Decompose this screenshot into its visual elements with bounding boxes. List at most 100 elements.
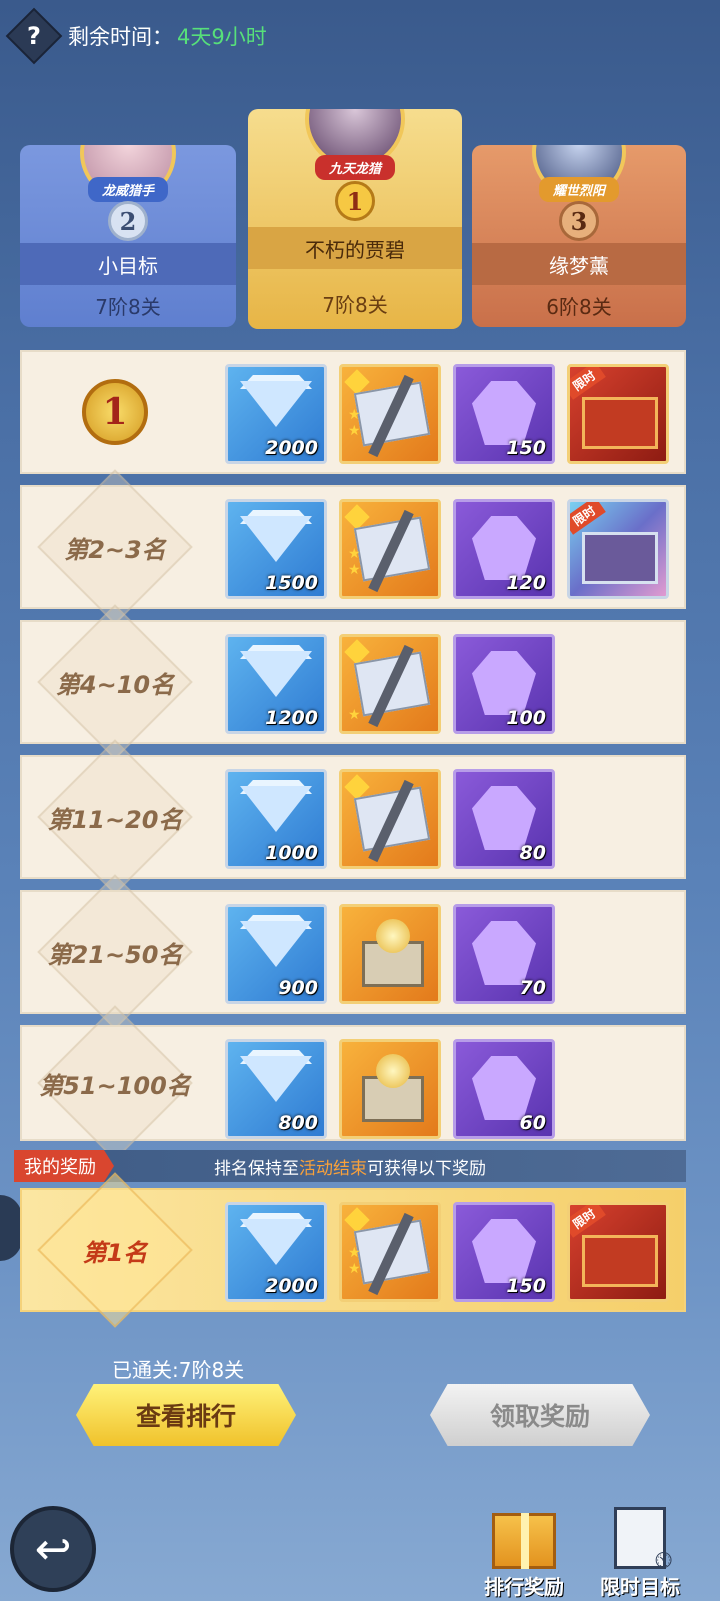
rank-medal: 3 xyxy=(559,201,599,241)
player-level: 7阶8关 xyxy=(95,295,161,319)
nav-label: 排行奖励 xyxy=(484,1575,564,1599)
podium-card-3[interactable]: 耀世烈阳 3 缘梦薰 6阶8关 xyxy=(472,145,686,327)
item-quantity: 800 xyxy=(278,1112,318,1134)
claim-reward-button[interactable]: 领取奖励 xyxy=(430,1384,650,1446)
purple-gem-icon xyxy=(472,921,536,985)
rank-label: 第2~3名 xyxy=(64,535,166,564)
my-rank-label: 第1名 xyxy=(82,1238,148,1267)
scroll-item[interactable] xyxy=(339,769,441,869)
reward-tier-1: 1 2000 ★ ★ 150 限时 xyxy=(20,350,686,474)
blue-frame-item[interactable]: 限时 xyxy=(567,499,669,599)
diamond-item[interactable]: 2000 xyxy=(225,364,327,464)
document-clock-icon xyxy=(614,1507,673,1574)
item-quantity: 900 xyxy=(278,977,318,999)
timer-value: 4天9小时 xyxy=(177,25,267,49)
reward-tier-3: 第4~10名 1200 ★ 100 xyxy=(20,604,686,760)
nav-ranking-reward[interactable]: 排行奖励 xyxy=(474,1500,574,1600)
purple-gem-item[interactable]: 60 xyxy=(453,1039,555,1139)
star-icon: ★ xyxy=(348,546,361,562)
my-reward-tag: 我的奖励 xyxy=(14,1150,114,1182)
avatar-frame-icon xyxy=(582,1235,658,1287)
item-quantity: 120 xyxy=(506,572,546,594)
podium-card-2[interactable]: 龙威猎手 2 小目标 7阶8关 xyxy=(20,145,236,327)
rank-area: 第51~100名 xyxy=(22,1005,208,1161)
reward-items: 1200 ★ 100 xyxy=(225,634,555,734)
note-highlight: 活动结束 xyxy=(299,1158,367,1179)
diamond-item[interactable]: 1200 xyxy=(225,634,327,734)
star-icon: ★ xyxy=(348,562,361,578)
diamond-icon xyxy=(240,516,312,562)
reward-tier-6: 第51~100名 800 60 xyxy=(20,1005,686,1161)
help-button[interactable]: ? xyxy=(5,7,63,65)
reward-items: 800 60 xyxy=(225,1039,555,1139)
diamond-icon xyxy=(240,1056,312,1102)
rank-area: 第1名 xyxy=(22,1172,208,1328)
my-reward-row: 第1名 2000 ★ ★ 150 限时 xyxy=(20,1172,686,1328)
purple-gem-item[interactable]: 150 xyxy=(453,1202,555,1302)
red-frame-item[interactable]: 限时 xyxy=(567,364,669,464)
purple-gem-item[interactable]: 80 xyxy=(453,769,555,869)
gift-icon xyxy=(492,1513,556,1569)
limited-tag: 限时 xyxy=(570,367,606,400)
player-level: 7阶8关 xyxy=(322,293,388,317)
reward-items: 2000 ★ ★ 150 限时 xyxy=(225,1202,669,1302)
rank-medal: 2 xyxy=(108,201,148,241)
back-button[interactable]: ↩ xyxy=(10,1506,96,1592)
help-icon: ? xyxy=(27,21,41,50)
clear-progress: 已通关:7阶8关 xyxy=(112,1358,245,1382)
diamond-icon xyxy=(240,1219,312,1265)
avatar-frame-icon xyxy=(582,532,658,584)
star-icon: ★ xyxy=(348,407,361,423)
chest-item[interactable] xyxy=(339,1039,441,1139)
rank-1-medal-icon: 1 xyxy=(82,379,148,445)
diamond-item[interactable]: 800 xyxy=(225,1039,327,1139)
purple-gem-icon xyxy=(472,381,536,445)
reward-items: 1500 ★ ★ 120 限时 xyxy=(225,499,669,599)
view-ranking-button[interactable]: 查看排行 xyxy=(76,1384,296,1446)
scroll-item[interactable]: ★ ★ xyxy=(339,364,441,464)
purple-gem-item[interactable]: 120 xyxy=(453,499,555,599)
item-quantity: 1200 xyxy=(265,707,318,729)
side-drawer-handle[interactable] xyxy=(0,1195,22,1261)
purple-gem-item[interactable]: 150 xyxy=(453,364,555,464)
back-icon: ↩ xyxy=(34,1523,72,1575)
scroll-item[interactable]: ★ ★ xyxy=(339,1202,441,1302)
diamond-icon xyxy=(240,381,312,427)
podium-card-1[interactable]: 九天龙猎 1 不朽的贾碧 7阶8关 xyxy=(248,109,462,329)
top-bar: ? 剩余时间： 4天9小时 xyxy=(5,7,267,65)
player-title: 九天龙猎 xyxy=(314,155,396,180)
player-name: 不朽的贾碧 xyxy=(248,227,462,269)
purple-gem-item[interactable]: 100 xyxy=(453,634,555,734)
diamond-icon xyxy=(240,921,312,967)
rank-area: 第21~50名 xyxy=(22,874,208,1030)
player-level: 6阶8关 xyxy=(546,295,612,319)
diamond-item[interactable]: 1500 xyxy=(225,499,327,599)
player-title: 龙威猎手 xyxy=(87,177,169,202)
note-suffix: 可获得以下奖励 xyxy=(367,1158,486,1179)
timer-label: 剩余时间： xyxy=(68,25,173,49)
scroll-item[interactable]: ★ ★ xyxy=(339,499,441,599)
reward-items: 900 70 xyxy=(225,904,555,1004)
star-icon: ★ xyxy=(348,1261,361,1277)
red-frame-item[interactable]: 限时 xyxy=(567,1202,669,1302)
purple-gem-icon xyxy=(472,1219,536,1283)
reward-items: 2000 ★ ★ 150 限时 xyxy=(225,364,669,464)
reward-tier-2: 第2~3名 1500 ★ ★ 120 限时 xyxy=(20,469,686,625)
diamond-icon xyxy=(240,651,312,697)
purple-gem-icon xyxy=(472,786,536,850)
diamond-item[interactable]: 1000 xyxy=(225,769,327,869)
chest-item[interactable] xyxy=(339,904,441,1004)
diamond-item[interactable]: 900 xyxy=(225,904,327,1004)
player-title: 耀世烈阳 xyxy=(538,177,620,202)
scroll-item[interactable]: ★ xyxy=(339,634,441,734)
purple-gem-item[interactable]: 70 xyxy=(453,904,555,1004)
star-icon: ★ xyxy=(348,423,361,439)
item-quantity: 70 xyxy=(519,977,546,999)
my-reward-note: 排名保持至 活动结束 可获得以下奖励 xyxy=(214,1150,486,1182)
item-quantity: 150 xyxy=(506,1275,546,1297)
rank-area: 第11~20名 xyxy=(22,739,208,895)
reward-tier-4: 第11~20名 1000 80 xyxy=(20,739,686,895)
diamond-item[interactable]: 2000 xyxy=(225,1202,327,1302)
item-quantity: 2000 xyxy=(265,437,318,459)
nav-limited-goal[interactable]: 限时目标 xyxy=(590,1500,690,1600)
